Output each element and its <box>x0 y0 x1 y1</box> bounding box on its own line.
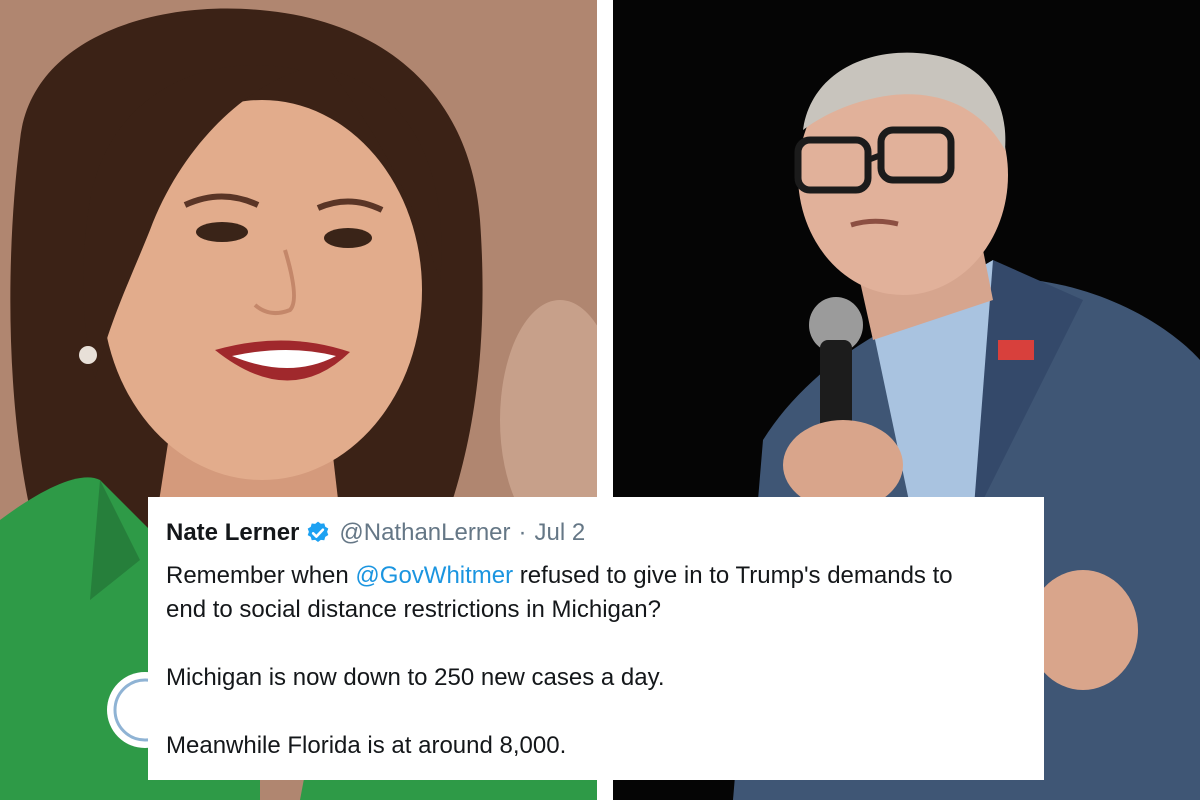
line1-prefix: Remember when <box>166 562 356 589</box>
header-separator: · <box>518 519 527 546</box>
author-name[interactable]: Nate Lerner <box>166 519 299 547</box>
tweet-line-3: Michigan is now down to 250 new cases a … <box>166 664 665 691</box>
tweet-line-2: end to social distance restrictions in M… <box>166 596 661 623</box>
author-handle[interactable]: @NathanLerner <box>339 519 510 547</box>
tweet-body: Remember when @GovWhitmer refused to giv… <box>166 559 1036 763</box>
tweet-line-1: Remember when @GovWhitmer refused to giv… <box>166 559 1036 593</box>
tweet-line-4: Meanwhile Florida is at around 8,000. <box>166 732 567 759</box>
tweet-date[interactable]: Jul 2 <box>535 519 586 547</box>
mention-link[interactable]: @GovWhitmer <box>355 562 513 589</box>
line1-suffix: refused to give in to Trump's demands to <box>513 562 953 589</box>
tweet-card: Nate Lerner @NathanLerner · Jul 2 Rememb… <box>148 497 1044 780</box>
verified-badge-icon <box>308 521 329 542</box>
tweet-header: Nate Lerner @NathanLerner · Jul 2 <box>166 517 1044 549</box>
